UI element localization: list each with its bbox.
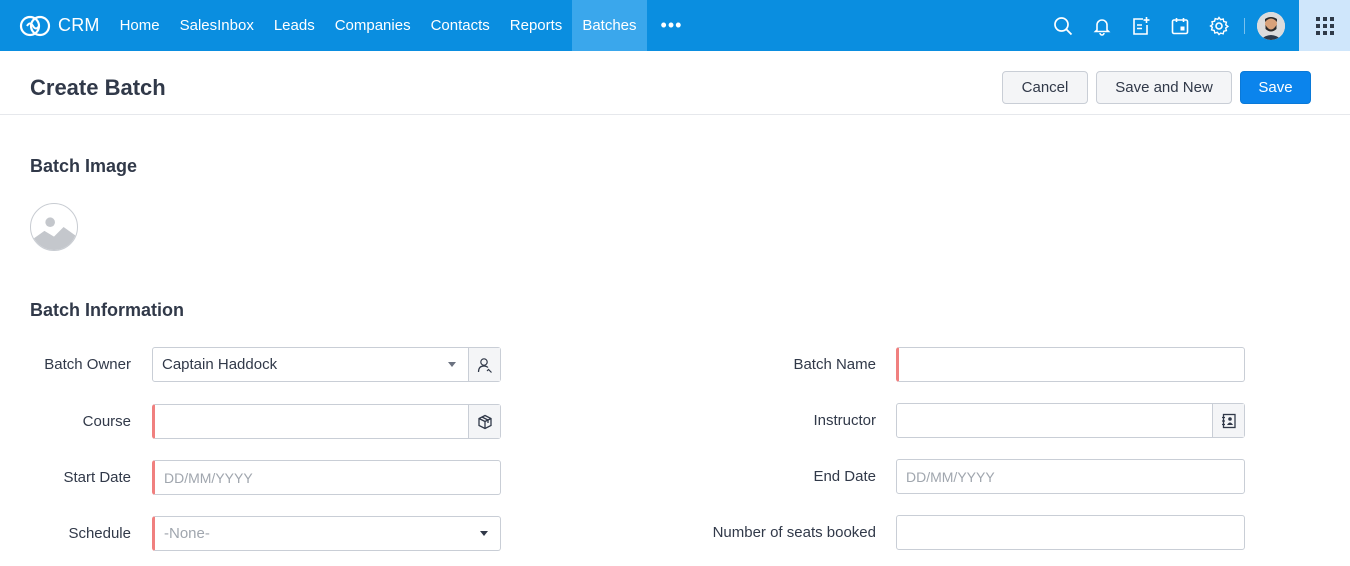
- start-date-placeholder: DD/MM/YYYY: [164, 469, 253, 486]
- batch-owner-value: Captain Haddock: [162, 356, 278, 373]
- save-button[interactable]: Save: [1240, 71, 1311, 104]
- apps-grid-icon[interactable]: [1299, 0, 1350, 51]
- schedule-value: -None-: [164, 525, 210, 542]
- end-date-placeholder: DD/MM/YYYY: [906, 468, 995, 485]
- more-tabs-button[interactable]: •••: [647, 0, 697, 51]
- toolbar-divider: [1244, 17, 1245, 34]
- calendar-icon[interactable]: [1160, 0, 1199, 51]
- brand-name: CRM: [58, 15, 100, 35]
- nav-salesinbox[interactable]: SalesInbox: [170, 0, 264, 51]
- top-right-toolbar: [1043, 0, 1350, 51]
- nav-contacts[interactable]: Contacts: [421, 0, 500, 51]
- start-date-input[interactable]: DD/MM/YYYY: [152, 460, 501, 495]
- gear-icon[interactable]: [1199, 0, 1238, 51]
- chevron-down-icon[interactable]: [480, 531, 488, 536]
- page-title: Create Batch: [30, 75, 166, 100]
- add-note-icon[interactable]: [1121, 0, 1160, 51]
- end-date-label: End Date: [813, 468, 876, 485]
- crm-logo-icon: [19, 15, 51, 36]
- image-placeholder-icon: [31, 217, 77, 250]
- cancel-button[interactable]: Cancel: [1002, 71, 1088, 104]
- batch-name-input[interactable]: [896, 347, 1245, 382]
- search-icon[interactable]: [1043, 0, 1082, 51]
- save-and-new-button[interactable]: Save and New: [1096, 71, 1232, 104]
- end-date-input[interactable]: DD/MM/YYYY: [896, 459, 1245, 494]
- nav-leads[interactable]: Leads: [264, 0, 325, 51]
- brand[interactable]: CRM: [0, 0, 110, 51]
- batch-owner-lookup[interactable]: Captain Haddock: [152, 347, 501, 382]
- instructor-label: Instructor: [813, 412, 876, 429]
- start-date-label: Start Date: [63, 469, 131, 486]
- chevron-down-icon[interactable]: [448, 362, 456, 367]
- batch-information-section-title: Batch Information: [30, 300, 185, 320]
- course-label: Course: [82, 413, 131, 430]
- nav-home[interactable]: Home: [110, 0, 170, 51]
- course-lookup[interactable]: [152, 404, 501, 439]
- seats-booked-input[interactable]: [896, 515, 1245, 550]
- avatar[interactable]: [1257, 11, 1285, 40]
- schedule-label: Schedule: [68, 525, 131, 542]
- image-upload-placeholder[interactable]: [30, 203, 78, 251]
- main-nav: Home SalesInbox Leads Companies Contacts…: [110, 0, 697, 51]
- page-header: Create Batch Cancel Save and New Save: [0, 51, 1350, 115]
- top-navigation-bar: CRM Home SalesInbox Leads Companies Cont…: [0, 0, 1350, 51]
- nav-companies[interactable]: Companies: [325, 0, 421, 51]
- batch-image-section-title: Batch Image: [30, 156, 138, 176]
- batch-name-label: Batch Name: [793, 356, 876, 373]
- seats-booked-label: Number of seats booked: [712, 524, 876, 541]
- nav-reports[interactable]: Reports: [500, 0, 573, 51]
- nav-batches[interactable]: Batches: [572, 0, 647, 51]
- schedule-select[interactable]: -None-: [152, 516, 501, 551]
- bell-icon[interactable]: [1082, 0, 1121, 51]
- user-lookup-icon[interactable]: [468, 348, 500, 381]
- batch-owner-label: Batch Owner: [44, 356, 131, 373]
- product-box-icon[interactable]: [468, 405, 500, 438]
- instructor-lookup[interactable]: [896, 403, 1245, 438]
- contact-card-icon[interactable]: [1212, 404, 1244, 437]
- user-avatar-icon: [1257, 11, 1285, 40]
